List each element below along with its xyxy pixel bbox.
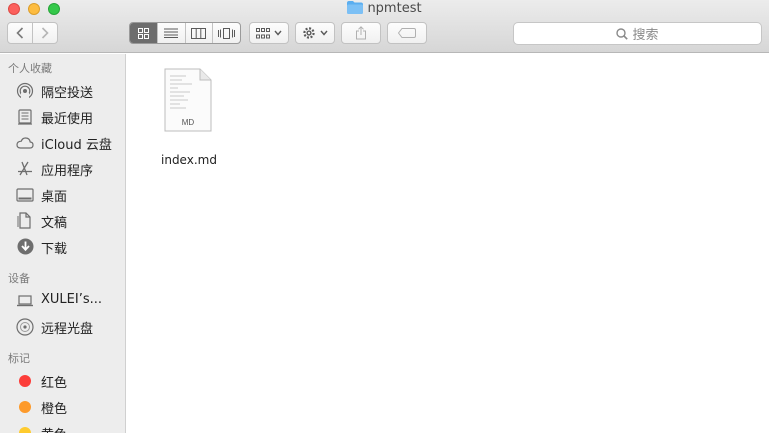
- orange-dot: [19, 400, 31, 413]
- sidebar-item-downloads[interactable]: 下载: [0, 235, 125, 257]
- disc-icon: [16, 317, 34, 336]
- sidebar-item-label: 下载: [41, 242, 68, 257]
- folder-icon: [347, 1, 364, 14]
- file-type-badge: MD: [182, 118, 195, 127]
- share-button[interactable]: [341, 22, 381, 44]
- list-view-button[interactable]: [156, 23, 185, 43]
- sidebar-item-label: 远程光盘: [41, 322, 94, 337]
- sidebar-item-documents[interactable]: 文稿: [0, 209, 125, 231]
- sidebar-item-label: 最近使用: [41, 112, 94, 127]
- sidebar-item-tag-red[interactable]: 红色: [0, 369, 125, 391]
- sidebar-item-label: iCloud 云盘: [41, 138, 112, 153]
- desktop-icon: [16, 186, 34, 203]
- sidebar-item-applications[interactable]: 应用程序: [0, 157, 125, 179]
- sidebar-item-label: 隔空投送: [41, 86, 94, 101]
- section-title-favorites: 个人收藏: [8, 62, 52, 75]
- section-title-devices: 设备: [8, 272, 30, 285]
- applications-icon: [16, 160, 34, 177]
- sidebar-item-label: 桌面: [41, 190, 68, 205]
- sidebar-item-tag-yellow[interactable]: 黄色: [0, 421, 125, 433]
- gear-icon: [303, 27, 315, 39]
- chevron-down-icon: [320, 30, 328, 36]
- sidebar-item-desktop[interactable]: 桌面: [0, 183, 125, 205]
- markdown-document-icon: MD: [164, 68, 212, 132]
- chevron-left-icon: [16, 27, 24, 39]
- sidebar-item-icloud-drive[interactable]: iCloud 云盘: [0, 131, 125, 153]
- tag-dot-icon: [16, 372, 34, 389]
- downloads-icon: [16, 238, 34, 255]
- columns-icon: [191, 27, 207, 39]
- forward-button[interactable]: [32, 23, 57, 43]
- sidebar-item-label: 红色: [41, 376, 68, 391]
- sidebar-item-airdrop[interactable]: 隔空投送: [0, 79, 125, 101]
- section-title-tags: 标记: [8, 352, 30, 365]
- sidebar-item-label: 黄色: [41, 424, 67, 433]
- history-nav: [7, 22, 58, 44]
- cloud-icon: [16, 134, 34, 151]
- grid-icon: [137, 27, 149, 39]
- icon-view-button[interactable]: [130, 23, 157, 43]
- window-title-text: npmtest: [367, 1, 422, 16]
- tag-dot-icon: [16, 424, 34, 433]
- tag-icon: [398, 28, 416, 38]
- file-browser-area[interactable]: MD index.md: [127, 54, 769, 433]
- tag-dot-icon: [16, 398, 34, 415]
- sidebar: 个人收藏 隔空投送 最近使用 iCloud 云盘 应用程序 桌面 文稿 下载 设…: [0, 54, 126, 433]
- chevron-right-icon: [41, 27, 49, 39]
- chevron-down-icon: [274, 30, 282, 36]
- sidebar-item-recents[interactable]: 最近使用: [0, 105, 125, 127]
- sidebar-item-remote-disc[interactable]: 远程光盘: [0, 315, 125, 337]
- search-field[interactable]: 搜索: [513, 22, 762, 45]
- cover-flow-icon: [218, 27, 236, 39]
- sidebar-item-macbook[interactable]: XULEI’s...: [0, 289, 125, 311]
- documents-icon: [16, 212, 34, 229]
- column-view-button[interactable]: [184, 23, 213, 43]
- back-button[interactable]: [8, 23, 32, 43]
- laptop-icon: [16, 292, 34, 309]
- airdrop-icon: [16, 82, 34, 100]
- yellow-dot: [19, 426, 31, 433]
- sidebar-item-tag-orange[interactable]: 橙色: [0, 395, 125, 417]
- sidebar-item-label: 文稿: [41, 216, 68, 231]
- sidebar-item-label: XULEI’s...: [41, 292, 103, 307]
- sidebar-item-label: 应用程序: [41, 164, 94, 179]
- search-icon: [616, 27, 629, 40]
- window-title: npmtest: [0, 1, 769, 16]
- cover-flow-view-button[interactable]: [212, 23, 240, 43]
- view-mode-control: [129, 22, 241, 44]
- group-by-button[interactable]: [249, 22, 289, 44]
- red-dot: [19, 374, 31, 387]
- window-toolbar: npmtest 搜索: [0, 0, 769, 53]
- edit-tags-button[interactable]: [387, 22, 427, 44]
- arrange-grid-icon: [256, 27, 270, 38]
- share-icon: [356, 26, 366, 40]
- file-name: index.md: [161, 153, 217, 167]
- action-menu-button[interactable]: [295, 22, 335, 44]
- sidebar-item-label: 橙色: [41, 402, 68, 417]
- recents-icon: [16, 108, 34, 125]
- search-placeholder: 搜索: [632, 28, 659, 43]
- list-icon: [164, 28, 179, 38]
